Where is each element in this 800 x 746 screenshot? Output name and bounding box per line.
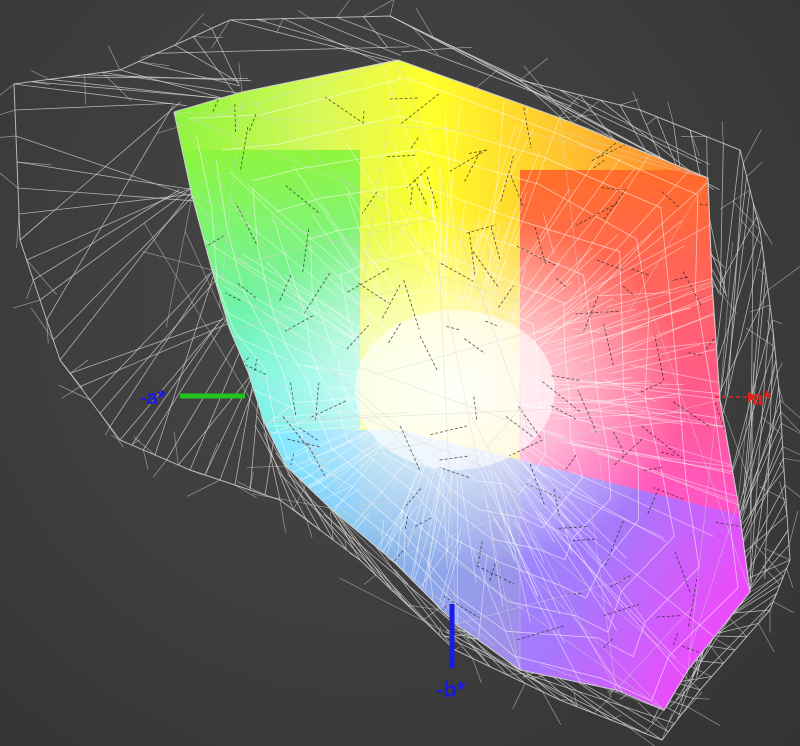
- pos-a-label: a*: [752, 388, 771, 410]
- neg-a-label: -a*: [140, 387, 166, 409]
- gamut-plot: -a* a* -b*: [0, 0, 800, 746]
- gamut-view: -a* a* -b*: [0, 0, 800, 746]
- neg-b-label: -b*: [436, 677, 466, 702]
